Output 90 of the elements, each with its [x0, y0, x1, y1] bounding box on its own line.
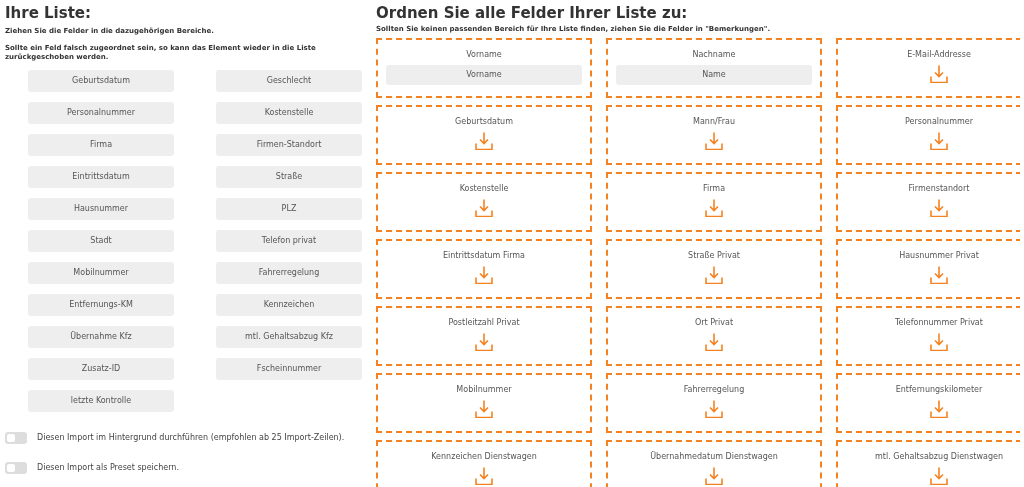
zone-label: Übernahmedatum Dienstwagen: [650, 452, 778, 462]
field-chip[interactable]: Entfernungs-KM: [28, 294, 174, 316]
drop-icon: [705, 199, 723, 217]
drop-icon: [930, 199, 948, 217]
zone-label: Postleitzahl Privat: [448, 318, 520, 328]
section-title: Ihre Liste:: [5, 4, 93, 22]
option-label: Diesen Import im Hintergrund durchführen (empfohlen ab 25 Import-Zeilen).: [37, 432, 345, 444]
field-chip[interactable]: mtl. Gehaltsabzug Kfz: [216, 326, 362, 348]
drop-zone[interactable]: mtl. Gehaltsabzug Dienstwagen: [836, 440, 1020, 487]
drop-zone[interactable]: Postleitzahl Privat: [376, 306, 592, 366]
field-chip[interactable]: Straße: [216, 166, 362, 188]
drop-icon: [930, 266, 948, 284]
zone-label: Firma: [702, 184, 726, 194]
drop-zone[interactable]: Übernahmedatum Dienstwagen: [606, 440, 822, 487]
field-chip[interactable]: Kostenstelle: [216, 102, 362, 124]
zone-label: Kennzeichen Dienstwagen: [431, 452, 537, 462]
drop-icon: [475, 400, 493, 418]
drop-icon: [930, 400, 948, 418]
drop-icon: [930, 132, 948, 150]
field-chip[interactable]: Übernahme Kfz: [28, 326, 174, 348]
drop-icon: [475, 333, 493, 351]
drop-icon: [475, 467, 493, 485]
field-chip[interactable]: Hausnummer: [28, 198, 174, 220]
field-chip[interactable]: Fscheinnummer: [216, 358, 362, 380]
drop-zone[interactable]: Kennzeichen Dienstwagen: [376, 440, 592, 487]
zone-label: Kostenstelle: [459, 184, 509, 194]
zone-label: Hausnummer Privat: [899, 251, 979, 261]
field-chip[interactable]: PLZ: [216, 198, 362, 220]
section-title: Ordnen Sie alle Felder Ihrer Liste zu:: [376, 4, 689, 22]
drop-zone[interactable]: Hausnummer Privat: [836, 239, 1020, 299]
field-chip[interactable]: Eintrittsdatum: [28, 166, 174, 188]
drop-zone[interactable]: Mobilnummer: [376, 373, 592, 433]
field-chip[interactable]: Geschlecht: [216, 70, 362, 92]
option-label: Diesen Import als Preset speichern.: [37, 462, 179, 474]
field-chip[interactable]: Vorname: [386, 65, 582, 85]
drop-icon: [930, 333, 948, 351]
drop-zone[interactable]: Ort Privat: [606, 306, 822, 366]
field-chip[interactable]: Fahrerregelung: [216, 262, 362, 284]
field-chip[interactable]: Firma: [28, 134, 174, 156]
zone-label: Straße Privat: [688, 251, 740, 261]
field-chip[interactable]: Personalnummer: [28, 102, 174, 124]
field-chip[interactable]: Stadt: [28, 230, 174, 252]
drop-zone[interactable]: Eintrittsdatum Firma: [376, 239, 592, 299]
zone-label: E-Mail-Addresse: [907, 50, 971, 60]
zone-label: Mobilnummer: [456, 385, 512, 395]
drop-zone[interactable]: Firma: [606, 172, 822, 232]
drop-icon: [705, 266, 723, 284]
field-chip[interactable]: letzte Kontrolle: [28, 390, 174, 412]
drop-zone[interactable]: Entfernungskilometer: [836, 373, 1020, 433]
drop-icon: [475, 132, 493, 150]
zone-label: Telefonnummer Privat: [895, 318, 983, 328]
drop-zone[interactable]: Telefonnummer Privat: [836, 306, 1020, 366]
drop-icon: [930, 467, 948, 485]
drop-icon: [475, 266, 493, 284]
zone-label: Geburtsdatum: [455, 117, 513, 127]
field-chip[interactable]: Telefon privat: [216, 230, 362, 252]
toggle-switch[interactable]: [5, 462, 27, 474]
drop-icon: [930, 65, 948, 83]
zone-label: Vorname: [466, 50, 502, 60]
zone-label: Entfernungskilometer: [895, 385, 983, 395]
zone-label: Nachname: [692, 50, 736, 60]
field-chip[interactable]: Geburtsdatum: [28, 70, 174, 92]
zone-label: Personalnummer: [905, 117, 973, 127]
drop-icon: [475, 199, 493, 217]
field-chip[interactable]: Mobilnummer: [28, 262, 174, 284]
drop-zone[interactable]: E-Mail-Addresse: [836, 38, 1020, 98]
drop-icon: [705, 132, 723, 150]
drop-icon: [705, 400, 723, 418]
drop-zone[interactable]: Geburtsdatum: [376, 105, 592, 165]
drop-icon: [705, 333, 723, 351]
drop-zone[interactable]: Firmenstandort: [836, 172, 1020, 232]
zone-label: Eintrittsdatum Firma: [442, 251, 525, 261]
zone-label: mtl. Gehaltsabzug Dienstwagen: [875, 452, 1003, 462]
drop-icon: [705, 467, 723, 485]
toggle-switch[interactable]: [5, 432, 27, 444]
zone-label: Mann/Frau: [693, 117, 735, 127]
zone-label: Ort Privat: [694, 318, 734, 328]
field-chip[interactable]: Zusatz-ID: [28, 358, 174, 380]
zone-label: Firmenstandort: [908, 184, 970, 194]
field-chip[interactable]: Name: [616, 65, 812, 85]
drop-zone[interactable]: Mann/Frau: [606, 105, 822, 165]
drop-zone[interactable]: Vorname Vorname: [376, 38, 592, 98]
drop-zone[interactable]: Fahrerregelung: [606, 373, 822, 433]
field-chip[interactable]: Firmen-Standort: [216, 134, 362, 156]
field-chip[interactable]: Kennzeichen: [216, 294, 362, 316]
drop-zone[interactable]: Straße Privat: [606, 239, 822, 299]
drop-zone[interactable]: Personalnummer: [836, 105, 1020, 165]
drop-zone[interactable]: Nachname Name: [606, 38, 822, 98]
zone-label: Fahrerregelung: [683, 385, 745, 395]
drop-zone[interactable]: Kostenstelle: [376, 172, 592, 232]
